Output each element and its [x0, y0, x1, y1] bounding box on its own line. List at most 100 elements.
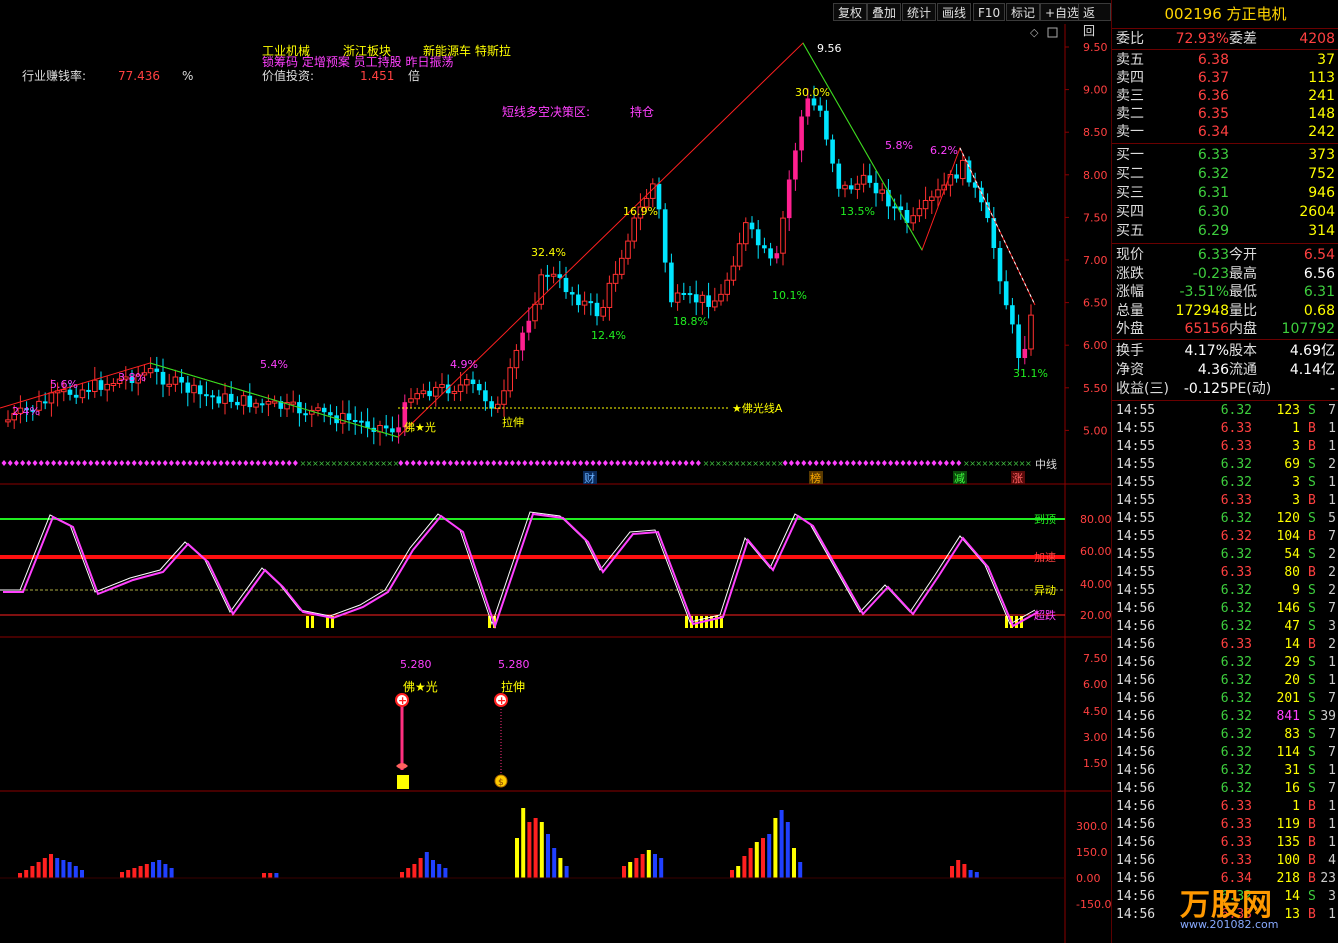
oscillator-axis: 80.00 60.00 40.00 20.00	[1080, 513, 1111, 622]
bid-row[interactable]: 买一 6.33 373	[1112, 146, 1338, 164]
label-jiasu: 加速	[1034, 551, 1056, 564]
osc-tick: 60.00	[1080, 545, 1111, 558]
tick-row: 14:55 6.33 3 B 1	[1116, 493, 1336, 508]
osc-tick: 40.00	[1080, 578, 1111, 591]
volume-tick: 150.0	[1076, 846, 1108, 859]
app-window: 复权 叠加 统计 画线 F10 标记 +自选 返回 ◇ 行业赚钱率: 77.43…	[0, 0, 1338, 943]
bid-row[interactable]: 买三 6.31 946	[1112, 184, 1338, 202]
signal-tick: 7.50	[1083, 652, 1108, 665]
osc-tick: 80.00	[1080, 513, 1111, 526]
svg-text:$: $	[498, 778, 504, 788]
quote-row: 现价 6.33 今开 6.54	[1116, 247, 1335, 263]
ask-row[interactable]: 卖一 6.34 242	[1112, 123, 1338, 141]
chart-area[interactable]: ◇ 行业赚钱率: 77.436 % 工业机械 浙江板块 新能源车 特斯拉 锁筹码…	[0, 0, 1111, 943]
ask-row[interactable]: 卖五 6.38 37	[1112, 51, 1338, 69]
signal2-label: 拉伸	[501, 679, 525, 694]
volume-bars	[0, 808, 1065, 879]
tick-row: 14:55 6.33 80 B 2	[1116, 565, 1336, 580]
svg-text:×: ×	[393, 459, 400, 468]
signal1-base	[397, 775, 409, 789]
bid-row[interactable]: 买四 6.30 2604	[1112, 203, 1338, 221]
svg-text:5.4%: 5.4%	[260, 358, 288, 371]
label-yidong: 异动	[1034, 584, 1056, 597]
stock-title[interactable]: 002196 方正电机	[1112, 3, 1338, 24]
tick-row: 14:55 6.32 54 S 2	[1116, 547, 1336, 562]
price-tick: 8.00	[1083, 169, 1108, 182]
tick-row: 14:56 6.32 16 S 7	[1116, 781, 1336, 796]
tick-row: 14:56 6.32 31 S 1	[1116, 763, 1336, 778]
tick-row: 14:56 6.33 1 B 1	[1116, 799, 1336, 814]
status-diamond-row: × × × × × × × × × × × × × × × × × × × × × × × × × × × × × × × × × × × × × × × ×	[1, 459, 1032, 468]
svg-text:×: ×	[777, 459, 784, 468]
signal-axis: 7.50 6.00 4.50 3.00 1.50	[1083, 652, 1108, 770]
value-invest-label: 价值投资:	[262, 68, 314, 83]
tick-row: 14:56 6.32 47 S 3	[1116, 619, 1336, 634]
tick-row: 14:55 6.33 3 B 1	[1116, 439, 1336, 454]
candlesticks	[5, 85, 1034, 446]
tick-row: 14:55 6.32 3 S 1	[1116, 475, 1336, 490]
bid-row[interactable]: 买二 6.32 752	[1112, 165, 1338, 183]
oscillator-line-white	[0, 511, 1036, 626]
signal-tick: 3.00	[1083, 731, 1108, 744]
tick-row: 14:55 6.32 123 S 7	[1116, 403, 1336, 418]
diamond-icon[interactable]: ◇	[1030, 26, 1039, 39]
signal-tick: 4.50	[1083, 705, 1108, 718]
price-tick: 9.00	[1083, 84, 1108, 97]
svg-text:32.4%: 32.4%	[531, 246, 566, 259]
value-invest-unit: 倍	[408, 68, 420, 83]
price-tick: 5.50	[1083, 382, 1108, 395]
tick-row: 14:55 6.32 69 S 2	[1116, 457, 1336, 472]
decision-value: 持仓	[630, 104, 654, 119]
fundamental-row: 净资 4.36 流通 4.14亿	[1116, 362, 1335, 378]
svg-text:12.4%: 12.4%	[591, 329, 626, 342]
tick-row: 14:56 6.32 841 S 39	[1116, 709, 1336, 724]
ask-row[interactable]: 卖三 6.36 241	[1112, 87, 1338, 105]
event-marker-jian[interactable]: 减	[954, 472, 965, 485]
wave-icon	[396, 763, 408, 769]
fundamental-row: 换手 4.17% 股本 4.69亿	[1116, 343, 1335, 359]
label-chaodie: 超跌	[1034, 608, 1056, 622]
bid-row[interactable]: 买五 6.29 314	[1112, 222, 1338, 240]
price-tick: 5.00	[1083, 424, 1108, 437]
tick-row: 14:56 6.33 119 B 1	[1116, 817, 1336, 832]
svg-text:5.8%: 5.8%	[885, 139, 913, 152]
svg-text:16.9%: 16.9%	[623, 205, 658, 218]
watermark-logo: 万股网 www.201082.com	[1180, 888, 1279, 931]
quote-row: 外盘 65156 内盘 107792	[1116, 321, 1335, 337]
price-tick: 8.50	[1083, 126, 1108, 139]
tick-row: 14:56 6.32 20 S 1	[1116, 673, 1336, 688]
tick-row: 14:56 6.32 201 S 7	[1116, 691, 1336, 706]
volume-axis: 300.0 150.0 0.00 -150.0	[1076, 820, 1111, 911]
oversold-bars	[306, 616, 1023, 628]
ask-row[interactable]: 卖二 6.35 148	[1112, 105, 1338, 123]
industry-rate-label: 行业赚钱率:	[22, 68, 86, 83]
svg-text:30.0%: 30.0%	[795, 86, 830, 99]
signal-tick: 1.50	[1083, 757, 1108, 770]
industry-rate-unit: %	[182, 69, 193, 83]
event-marker-zhang[interactable]: 涨	[1012, 472, 1023, 485]
osc-tick: 20.00	[1080, 609, 1111, 622]
signal1-value: 5.280	[400, 658, 432, 671]
volume-tick: -150.0	[1076, 898, 1111, 911]
tick-row: 14:55 6.32 104 B 7	[1116, 529, 1336, 544]
svg-text:+: +	[497, 694, 506, 707]
tick-row: 14:56 6.32 114 S 7	[1116, 745, 1336, 760]
ask-row[interactable]: 卖四 6.37 113	[1112, 69, 1338, 87]
label-daoding: 到顶	[1034, 513, 1056, 526]
svg-text:18.8%: 18.8%	[673, 315, 708, 328]
svg-text:×: ×	[1025, 459, 1032, 468]
price-tick: 6.00	[1083, 339, 1108, 352]
window-toggle-icon[interactable]	[1047, 27, 1058, 38]
signal1-label: 佛★光	[403, 680, 438, 694]
signal-tick: 6.00	[1083, 678, 1108, 691]
tick-row: 14:56 6.33 135 B 1	[1116, 835, 1336, 850]
mid-line-label: 中线	[1035, 457, 1057, 471]
price-tick: 7.50	[1083, 211, 1108, 224]
event-marker-bang[interactable]: 榜	[810, 471, 821, 485]
svg-text:5.6%: 5.6%	[50, 378, 78, 391]
event-marker-cai[interactable]: 财	[584, 471, 595, 485]
svg-text:2.4%: 2.4%	[12, 405, 40, 418]
price-tick: 7.00	[1083, 254, 1108, 267]
quote-panel: 002196 方正电机 委比 72.93% 委差 4208 卖五 6.38 37 卖四…	[1111, 0, 1338, 943]
fundamental-row: 收益(三) -0.125 PE(动) -	[1116, 381, 1335, 397]
